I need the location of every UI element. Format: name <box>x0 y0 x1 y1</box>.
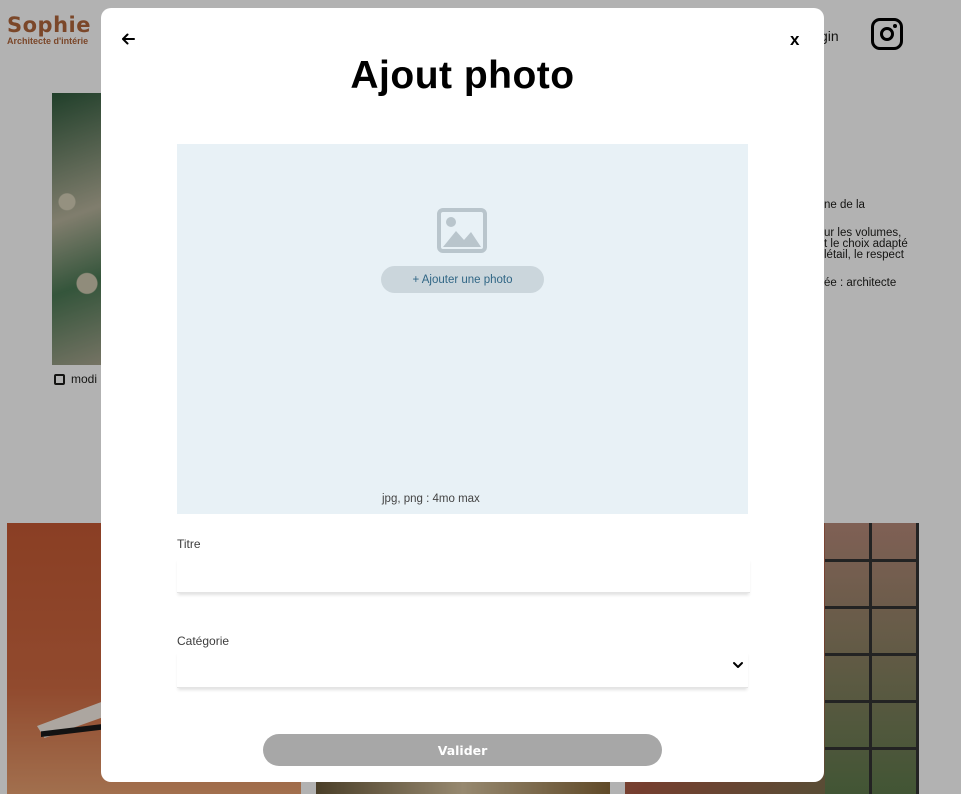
image-icon <box>437 208 487 253</box>
title-label: Titre <box>177 537 201 551</box>
photo-dropzone[interactable]: + Ajouter une photo jpg, png : 4mo max <box>177 144 748 514</box>
add-photo-button[interactable]: + Ajouter une photo <box>381 266 544 293</box>
category-label: Catégorie <box>177 634 230 648</box>
file-format-hint: jpg, png : 4mo max <box>382 493 480 505</box>
submit-button[interactable]: Valider <box>263 734 662 766</box>
close-icon[interactable]: x <box>790 30 799 50</box>
arrow-left-icon[interactable] <box>119 30 137 48</box>
title-input[interactable] <box>177 558 750 593</box>
chevron-down-icon <box>733 662 743 668</box>
modal-title: Ajout photo <box>350 54 575 97</box>
category-select[interactable] <box>177 651 748 688</box>
add-photo-modal: x Ajout photo + Ajouter une photo jpg, p… <box>101 8 824 782</box>
